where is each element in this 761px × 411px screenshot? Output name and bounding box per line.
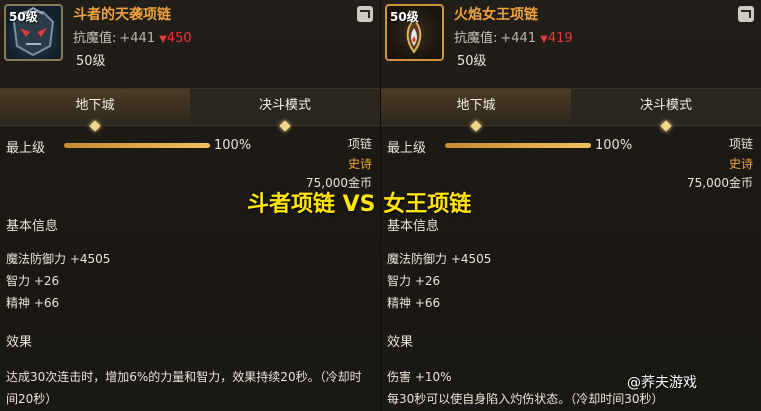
- effect-title: 效果: [387, 335, 414, 350]
- stat-label: 抗魔值:: [454, 31, 498, 46]
- item-header: 50级 斗者的天袭项链 抗魔值: +441 ▼450 50级: [0, 0, 380, 88]
- stat-row: 智力 +26: [387, 274, 441, 288]
- enhance-percent: 100%: [214, 138, 252, 153]
- magic-resist-line: 抗魔值: +441 ▼419: [454, 27, 573, 46]
- stat-down-value: ▼419: [540, 31, 573, 46]
- enhance-progress-fill: [64, 143, 210, 148]
- stat-down-number: 419: [547, 31, 573, 46]
- item-type: 项链: [347, 137, 372, 151]
- share-icon[interactable]: [738, 6, 754, 22]
- diamond-icon: [279, 120, 291, 132]
- tab-label: 决斗模式: [258, 98, 311, 113]
- stat-row: 精神 +66: [6, 296, 60, 310]
- enhance-label: 最上级: [387, 141, 427, 156]
- mask-helm-icon[interactable]: 50级: [4, 4, 63, 61]
- basic-info-title: 基本信息: [6, 219, 59, 234]
- enhance-label: 最上级: [6, 141, 46, 156]
- stat-plus-value: +441: [500, 31, 537, 46]
- item-rarity: 史诗: [347, 157, 372, 171]
- item-level-badge: 50级: [390, 10, 419, 24]
- item-rarity: 史诗: [728, 157, 753, 171]
- enhance-progress-fill: [445, 143, 591, 148]
- item-level-text: 50级: [457, 54, 487, 69]
- item-type: 项链: [728, 137, 753, 151]
- diamond-icon: [89, 120, 101, 132]
- stat-row: 魔法防御力 +4505: [387, 252, 492, 266]
- stat-down-value: ▼450: [159, 31, 192, 46]
- diamond-icon: [660, 120, 672, 132]
- share-icon[interactable]: [357, 6, 373, 22]
- effect-text: 伤害 +10% 每30秒可以使自身陷入灼伤状态。（冷却时间30秒）: [387, 370, 664, 406]
- item-price: 75,000金币: [687, 176, 753, 190]
- stat-row: 精神 +66: [387, 296, 441, 310]
- item-name: 火焰女王项链: [454, 7, 538, 23]
- down-arrow-icon: ▼: [159, 34, 167, 45]
- effect-text: 达成30次连击时，增加6%的力量和智力，效果持续20秒。（冷却时间20秒）: [6, 370, 362, 406]
- stat-row: 魔法防御力 +4505: [6, 252, 111, 266]
- watermark: @荞夫游戏: [627, 375, 697, 391]
- stat-label: 抗魔值:: [73, 31, 117, 46]
- stat-row: 智力 +26: [6, 274, 60, 288]
- enhance-progress-bar: [64, 143, 210, 148]
- enhance-progress-bar: [445, 143, 591, 148]
- mode-tabs: 地下城 决斗模式: [0, 88, 380, 132]
- stat-down-number: 450: [166, 31, 192, 46]
- tab-duel-mode[interactable]: 决斗模式: [571, 89, 761, 132]
- item-name: 斗者的天袭项链: [73, 7, 171, 23]
- tab-label: 决斗模式: [639, 98, 692, 113]
- stat-plus-value: +441: [119, 31, 156, 46]
- tab-duel-mode[interactable]: 决斗模式: [190, 89, 380, 132]
- effect-title: 效果: [6, 335, 33, 350]
- flame-pendant-icon[interactable]: 50级: [385, 4, 444, 61]
- diamond-icon: [470, 120, 482, 132]
- item-level-text: 50级: [76, 54, 106, 69]
- tab-label: 地下城: [456, 98, 496, 113]
- tab-dungeon[interactable]: 地下城: [381, 89, 571, 132]
- tab-dungeon[interactable]: 地下城: [0, 89, 190, 132]
- item-header: 50级 火焰女王项链 抗魔值: +441 ▼419 50级: [381, 0, 761, 88]
- mode-tabs: 地下城 决斗模式: [381, 88, 761, 132]
- item-level-badge: 50级: [9, 10, 38, 24]
- comparison-title: 斗者项链 VS 女王项链: [247, 192, 472, 217]
- tab-label: 地下城: [75, 98, 115, 113]
- down-arrow-icon: ▼: [540, 34, 548, 45]
- enhance-percent: 100%: [595, 138, 633, 153]
- magic-resist-line: 抗魔值: +441 ▼450: [73, 27, 192, 46]
